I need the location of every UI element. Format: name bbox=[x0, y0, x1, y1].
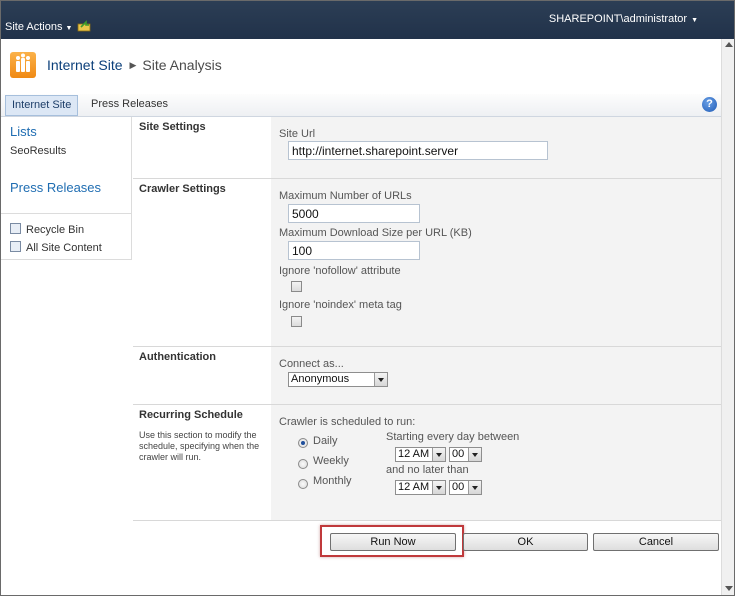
browser-frame: Site Actions ▼ SHAREPOINT\administrator ▼ … bbox=[0, 0, 735, 596]
max-download-label: Maximum Download Size per URL (KB) bbox=[279, 227, 472, 239]
sidebar-heading-press-releases[interactable]: Press Releases bbox=[10, 180, 101, 195]
max-download-input[interactable] bbox=[288, 241, 420, 260]
end-minute-value: 00 bbox=[452, 481, 465, 493]
section-title: Authentication bbox=[139, 351, 216, 363]
end-time-label: and no later than bbox=[386, 464, 469, 476]
all-site-content-label: All Site Content bbox=[26, 242, 102, 254]
radio-daily[interactable] bbox=[298, 438, 308, 448]
section-title: Site Settings bbox=[139, 121, 206, 133]
start-time-label: Starting every day between bbox=[386, 431, 520, 443]
chevron-down-icon: ▼ bbox=[691, 17, 698, 24]
scheduled-label: Crawler is scheduled to run: bbox=[279, 416, 416, 428]
page-title: Site Analysis bbox=[142, 57, 222, 73]
connect-as-label: Connect as... bbox=[279, 358, 344, 370]
sidebar-item-recycle-bin[interactable]: Recycle Bin bbox=[10, 223, 84, 236]
nofollow-checkbox[interactable] bbox=[291, 281, 302, 292]
noindex-checkbox[interactable] bbox=[291, 316, 302, 327]
site-analysis-form: Site Settings Site Url Crawler Settings … bbox=[133, 117, 721, 520]
ribbon-top-bar: Site Actions ▼ SHAREPOINT\administrator ▼ bbox=[1, 1, 734, 39]
sidebar-heading-lists[interactable]: Lists bbox=[10, 124, 37, 139]
end-hour-value: 12 AM bbox=[398, 481, 430, 493]
noindex-label: Ignore 'noindex' meta tag bbox=[279, 299, 402, 311]
vertical-scrollbar[interactable] bbox=[721, 39, 734, 595]
chevron-down-icon bbox=[374, 373, 387, 386]
breadcrumb: Internet Site ▶ Site Analysis bbox=[47, 57, 222, 73]
end-hour-select[interactable]: 12 AM bbox=[395, 480, 446, 495]
radio-weekly[interactable] bbox=[298, 459, 308, 469]
chevron-down-icon bbox=[468, 481, 481, 494]
radio-weekly-label: Weekly bbox=[313, 455, 349, 467]
ok-button[interactable]: OK bbox=[463, 533, 588, 551]
scroll-down-icon[interactable] bbox=[725, 586, 733, 591]
user-menu[interactable]: SHAREPOINT\administrator ▼ bbox=[549, 13, 698, 25]
recycle-bin-label: Recycle Bin bbox=[26, 224, 85, 236]
chevron-down-icon: ▼ bbox=[65, 25, 73, 32]
title-area: Internet Site ▶ Site Analysis bbox=[1, 39, 734, 95]
section-authentication: Authentication Connect as... Anonymous bbox=[133, 346, 721, 404]
connect-as-select[interactable]: Anonymous bbox=[288, 372, 388, 387]
sidebar-item-seoresults[interactable]: SeoResults bbox=[10, 145, 66, 157]
site-content-icon bbox=[10, 241, 21, 252]
start-minute-select[interactable]: 00 bbox=[449, 447, 482, 462]
section-recurring-schedule: Recurring Schedule Use this section to m… bbox=[133, 404, 721, 520]
chevron-down-icon bbox=[432, 448, 445, 461]
chevron-down-icon bbox=[468, 448, 481, 461]
help-icon[interactable]: ? bbox=[702, 97, 717, 112]
button-row: Run Now OK Cancel bbox=[133, 520, 721, 595]
tab-internet-site[interactable]: Internet Site bbox=[5, 95, 79, 116]
quick-launch: Lists SeoResults Press Releases Recycle … bbox=[1, 117, 132, 260]
user-name: SHAREPOINT\administrator bbox=[548, 13, 688, 25]
max-urls-input[interactable] bbox=[288, 204, 420, 223]
radio-monthly[interactable] bbox=[298, 479, 308, 489]
site-url-input[interactable] bbox=[288, 141, 548, 160]
run-now-button[interactable]: Run Now bbox=[330, 533, 456, 551]
breadcrumb-site-link[interactable]: Internet Site bbox=[47, 57, 123, 73]
chevron-down-icon bbox=[432, 481, 445, 494]
start-hour-select[interactable]: 12 AM bbox=[395, 447, 446, 462]
section-description: Use this section to modify the schedule,… bbox=[139, 430, 260, 462]
site-actions-label: Site Actions bbox=[5, 21, 63, 33]
nofollow-label: Ignore 'nofollow' attribute bbox=[279, 265, 401, 277]
section-title: Crawler Settings bbox=[139, 183, 226, 195]
recycle-bin-icon bbox=[10, 223, 21, 234]
navigate-up-icon[interactable] bbox=[77, 20, 91, 32]
section-title: Recurring Schedule bbox=[139, 409, 243, 421]
sidebar-item-all-site-content[interactable]: All Site Content bbox=[10, 241, 102, 254]
top-navigation: Internet Site Press Releases ? bbox=[1, 94, 734, 117]
tab-press-releases[interactable]: Press Releases bbox=[85, 95, 174, 116]
breadcrumb-separator-icon: ▶ bbox=[129, 60, 137, 70]
cancel-button[interactable]: Cancel bbox=[593, 533, 719, 551]
sidebar-divider bbox=[1, 213, 132, 214]
start-minute-value: 00 bbox=[452, 448, 465, 460]
section-crawler-settings: Crawler Settings Maximum Number of URLs … bbox=[133, 178, 721, 346]
start-hour-value: 12 AM bbox=[398, 448, 430, 460]
radio-daily-label: Daily bbox=[313, 435, 338, 447]
scroll-up-icon[interactable] bbox=[725, 42, 733, 47]
site-logo-icon[interactable] bbox=[10, 52, 36, 78]
connect-as-value: Anonymous bbox=[291, 373, 350, 385]
site-actions-menu[interactable]: Site Actions ▼ bbox=[5, 21, 72, 33]
end-minute-select[interactable]: 00 bbox=[449, 480, 482, 495]
section-site-settings: Site Settings Site Url bbox=[133, 117, 721, 178]
radio-monthly-label: Monthly bbox=[313, 475, 352, 487]
site-url-label: Site Url bbox=[279, 128, 316, 140]
max-urls-label: Maximum Number of URLs bbox=[279, 190, 412, 202]
